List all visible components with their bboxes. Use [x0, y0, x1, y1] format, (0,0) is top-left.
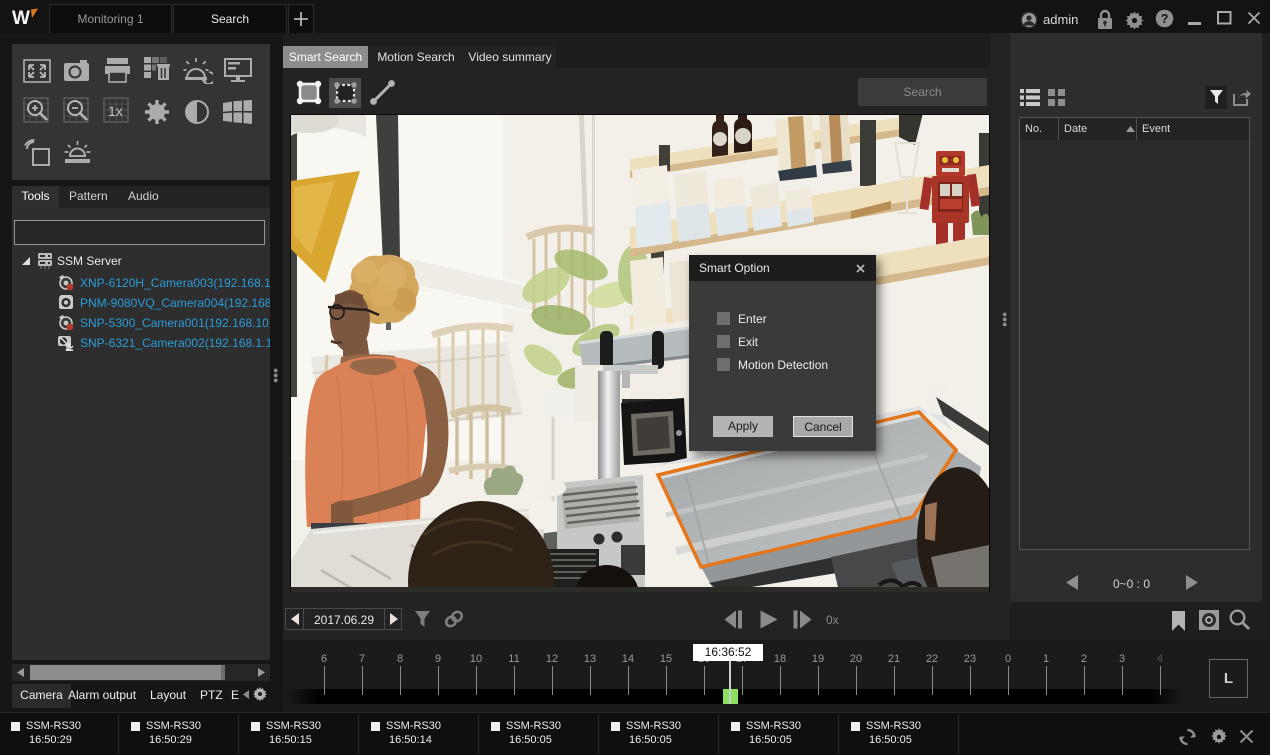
svg-text:1x: 1x [108, 103, 123, 119]
svg-text:W: W [12, 8, 30, 29]
svg-text:?: ? [1161, 12, 1169, 26]
